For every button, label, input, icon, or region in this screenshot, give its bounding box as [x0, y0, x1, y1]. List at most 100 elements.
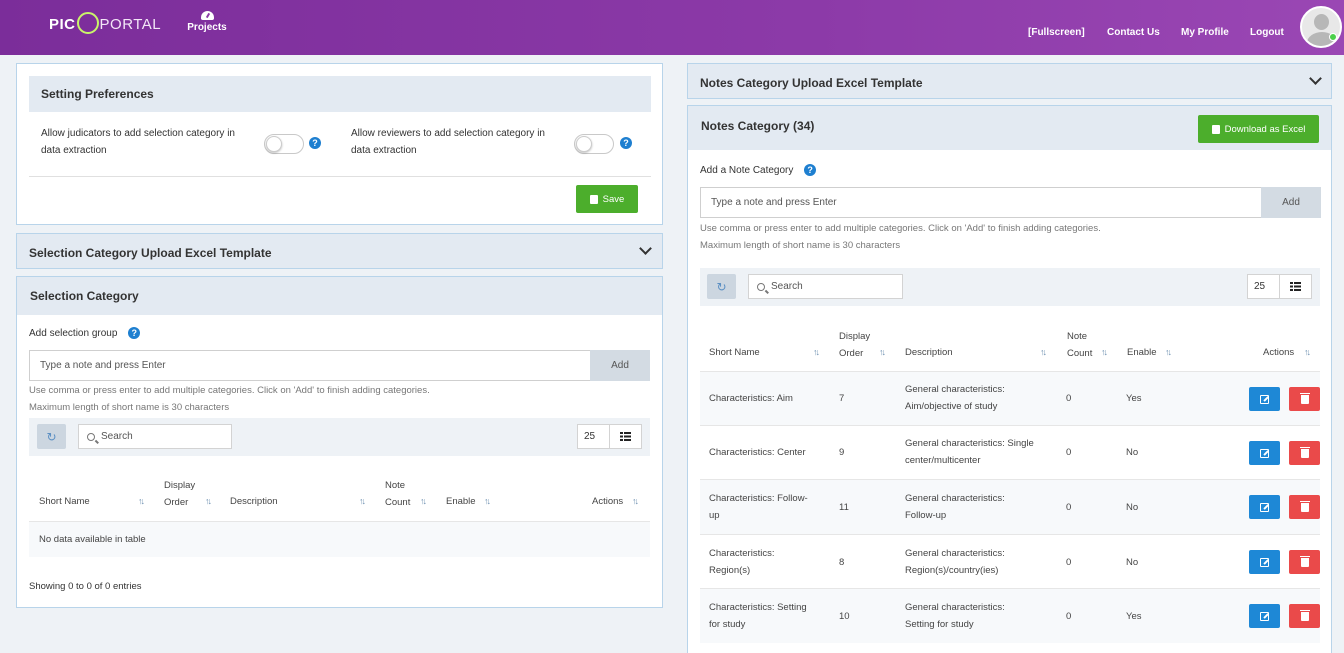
sort-icon[interactable]: ↑↓ — [1165, 347, 1172, 357]
user-avatar[interactable] — [1300, 6, 1342, 48]
selection-category-title: Selection Category — [17, 277, 662, 315]
delete-button[interactable] — [1289, 550, 1320, 574]
trash-icon — [1299, 392, 1310, 404]
sort-icon[interactable]: ↑↓ — [1040, 347, 1047, 357]
download-excel-button[interactable]: Download as Excel — [1198, 115, 1319, 143]
col-short-name[interactable]: Short Name — [39, 493, 90, 510]
row-note-count: 0 — [1066, 557, 1072, 568]
sort-icon[interactable]: ↑↓ — [813, 347, 820, 357]
edit-icon — [1260, 502, 1269, 512]
nav-projects[interactable]: Projects — [185, 11, 229, 33]
add-note-button[interactable]: Add — [1261, 187, 1321, 218]
edit-icon — [1260, 557, 1269, 567]
edit-button[interactable] — [1249, 387, 1280, 411]
delete-button[interactable] — [1289, 495, 1320, 519]
row-short-name: Characteristics: Follow-up — [709, 493, 808, 521]
col-actions[interactable]: Actions — [1263, 344, 1294, 361]
selection-hint-comma: Use comma or press enter to add multiple… — [29, 385, 430, 396]
delete-button[interactable] — [1289, 604, 1320, 628]
chevron-down-icon — [639, 242, 652, 255]
pico-portal-logo[interactable]: PIC PORTAL — [49, 12, 161, 35]
sort-icon[interactable]: ↑↓ — [420, 496, 427, 506]
delete-button[interactable] — [1289, 387, 1320, 411]
col-note-count[interactable]: Note Count — [1067, 328, 1092, 362]
sort-icon[interactable]: ↑↓ — [632, 496, 639, 506]
avatar-head-icon — [1314, 14, 1329, 30]
sort-icon[interactable]: ↑↓ — [879, 347, 886, 357]
col-short-name[interactable]: Short Name — [709, 344, 760, 361]
row-display-order: 10 — [839, 611, 850, 622]
trash-icon — [1299, 609, 1310, 621]
col-description[interactable]: Description — [230, 493, 278, 510]
add-note-help-icon[interactable]: ? — [804, 164, 817, 176]
notes-upload-accordion[interactable]: Notes Category Upload Excel Template — [687, 63, 1332, 99]
row-description: General characteristics: Single center/mu… — [905, 438, 1034, 466]
save-button[interactable]: Save — [576, 185, 638, 213]
page-size-select[interactable]: 25 — [577, 424, 610, 449]
divider — [29, 176, 651, 177]
row-display-order: 7 — [839, 393, 845, 404]
setting-preferences-panel: Setting Preferences Allow judicators to … — [16, 63, 663, 225]
edit-button[interactable] — [1249, 550, 1280, 574]
row-description: General characteristics: Follow-up — [905, 493, 1005, 521]
table-row[interactable]: Characteristics: Setting for study 10 Gen… — [700, 588, 1320, 643]
table-row[interactable]: Characteristics: Aim 7 General character… — [700, 371, 1320, 425]
table-row[interactable]: Characteristics: Center 9 General charac… — [700, 425, 1320, 479]
col-actions[interactable]: Actions — [592, 493, 623, 510]
row-enable: No — [1126, 502, 1139, 513]
list-icon — [620, 432, 631, 441]
edit-button[interactable] — [1249, 441, 1280, 465]
edit-button[interactable] — [1249, 495, 1280, 519]
col-display-order[interactable]: Display Order — [839, 328, 870, 362]
selection-upload-accordion[interactable]: Selection Category Upload Excel Template — [16, 233, 663, 269]
note-category-input[interactable]: Type a note and press Enter — [700, 187, 1262, 218]
judicators-toggle[interactable] — [264, 134, 304, 154]
add-selection-button[interactable]: Add — [590, 350, 650, 381]
search-icon — [757, 282, 765, 291]
column-toggle-button[interactable] — [1279, 274, 1312, 299]
search-icon — [87, 432, 95, 441]
row-enable: Yes — [1126, 393, 1142, 404]
selection-upload-title: Selection Category Upload Excel Template — [29, 246, 272, 260]
sort-icon[interactable]: ↑↓ — [484, 496, 491, 506]
row-display-order: 8 — [839, 557, 845, 568]
notes-search-input[interactable]: Search — [748, 274, 903, 299]
col-note-count[interactable]: Note Count — [385, 477, 410, 511]
page-size-select[interactable]: 25 — [1247, 274, 1280, 299]
notes-hint-comma: Use comma or press enter to add multiple… — [700, 223, 1101, 234]
col-enable[interactable]: Enable — [446, 493, 476, 510]
logout-link[interactable]: Logout — [1250, 27, 1284, 38]
reviewers-toggle[interactable] — [574, 134, 614, 154]
top-navigation-bar: PIC PORTAL Projects [Fullscreen] Contact … — [0, 0, 1344, 55]
refresh-icon[interactable]: ↻ — [37, 424, 66, 449]
judicators-help-icon[interactable]: ? — [309, 137, 321, 149]
delete-button[interactable] — [1289, 441, 1320, 465]
refresh-icon[interactable]: ↻ — [707, 274, 736, 299]
sort-icon[interactable]: ↑↓ — [1304, 347, 1311, 357]
sort-icon[interactable]: ↑↓ — [1101, 347, 1108, 357]
edit-icon — [1260, 611, 1269, 621]
table-row[interactable]: Characteristics: Follow-up 11 General ch… — [700, 479, 1320, 534]
row-note-count: 0 — [1066, 502, 1072, 513]
selection-search-input[interactable]: Search — [78, 424, 232, 449]
online-status-dot — [1329, 33, 1337, 41]
col-display-order[interactable]: Display Order — [164, 477, 195, 511]
selection-group-input[interactable]: Type a note and press Enter — [29, 350, 591, 381]
add-selection-help-icon[interactable]: ? — [128, 327, 141, 339]
fullscreen-link[interactable]: [Fullscreen] — [1028, 27, 1085, 38]
trash-icon — [1299, 555, 1310, 567]
column-toggle-button[interactable] — [609, 424, 642, 449]
sort-icon[interactable]: ↑↓ — [205, 496, 212, 506]
my-profile-link[interactable]: My Profile — [1181, 27, 1229, 38]
notes-table-toolbar: ↻ Search 25 — [700, 268, 1320, 306]
sort-icon[interactable]: ↑↓ — [359, 496, 366, 506]
sort-icon[interactable]: ↑↓ — [138, 496, 145, 506]
row-short-name: Characteristics: Aim — [709, 393, 793, 404]
edit-button[interactable] — [1249, 604, 1280, 628]
col-description[interactable]: Description — [905, 344, 953, 361]
row-description: General characteristics: Region(s)/countr… — [905, 548, 1005, 576]
table-row[interactable]: Characteristics: Region(s) 8 General char… — [700, 534, 1320, 588]
contact-us-link[interactable]: Contact Us — [1107, 27, 1160, 38]
reviewers-help-icon[interactable]: ? — [620, 137, 632, 149]
col-enable[interactable]: Enable — [1127, 344, 1157, 361]
